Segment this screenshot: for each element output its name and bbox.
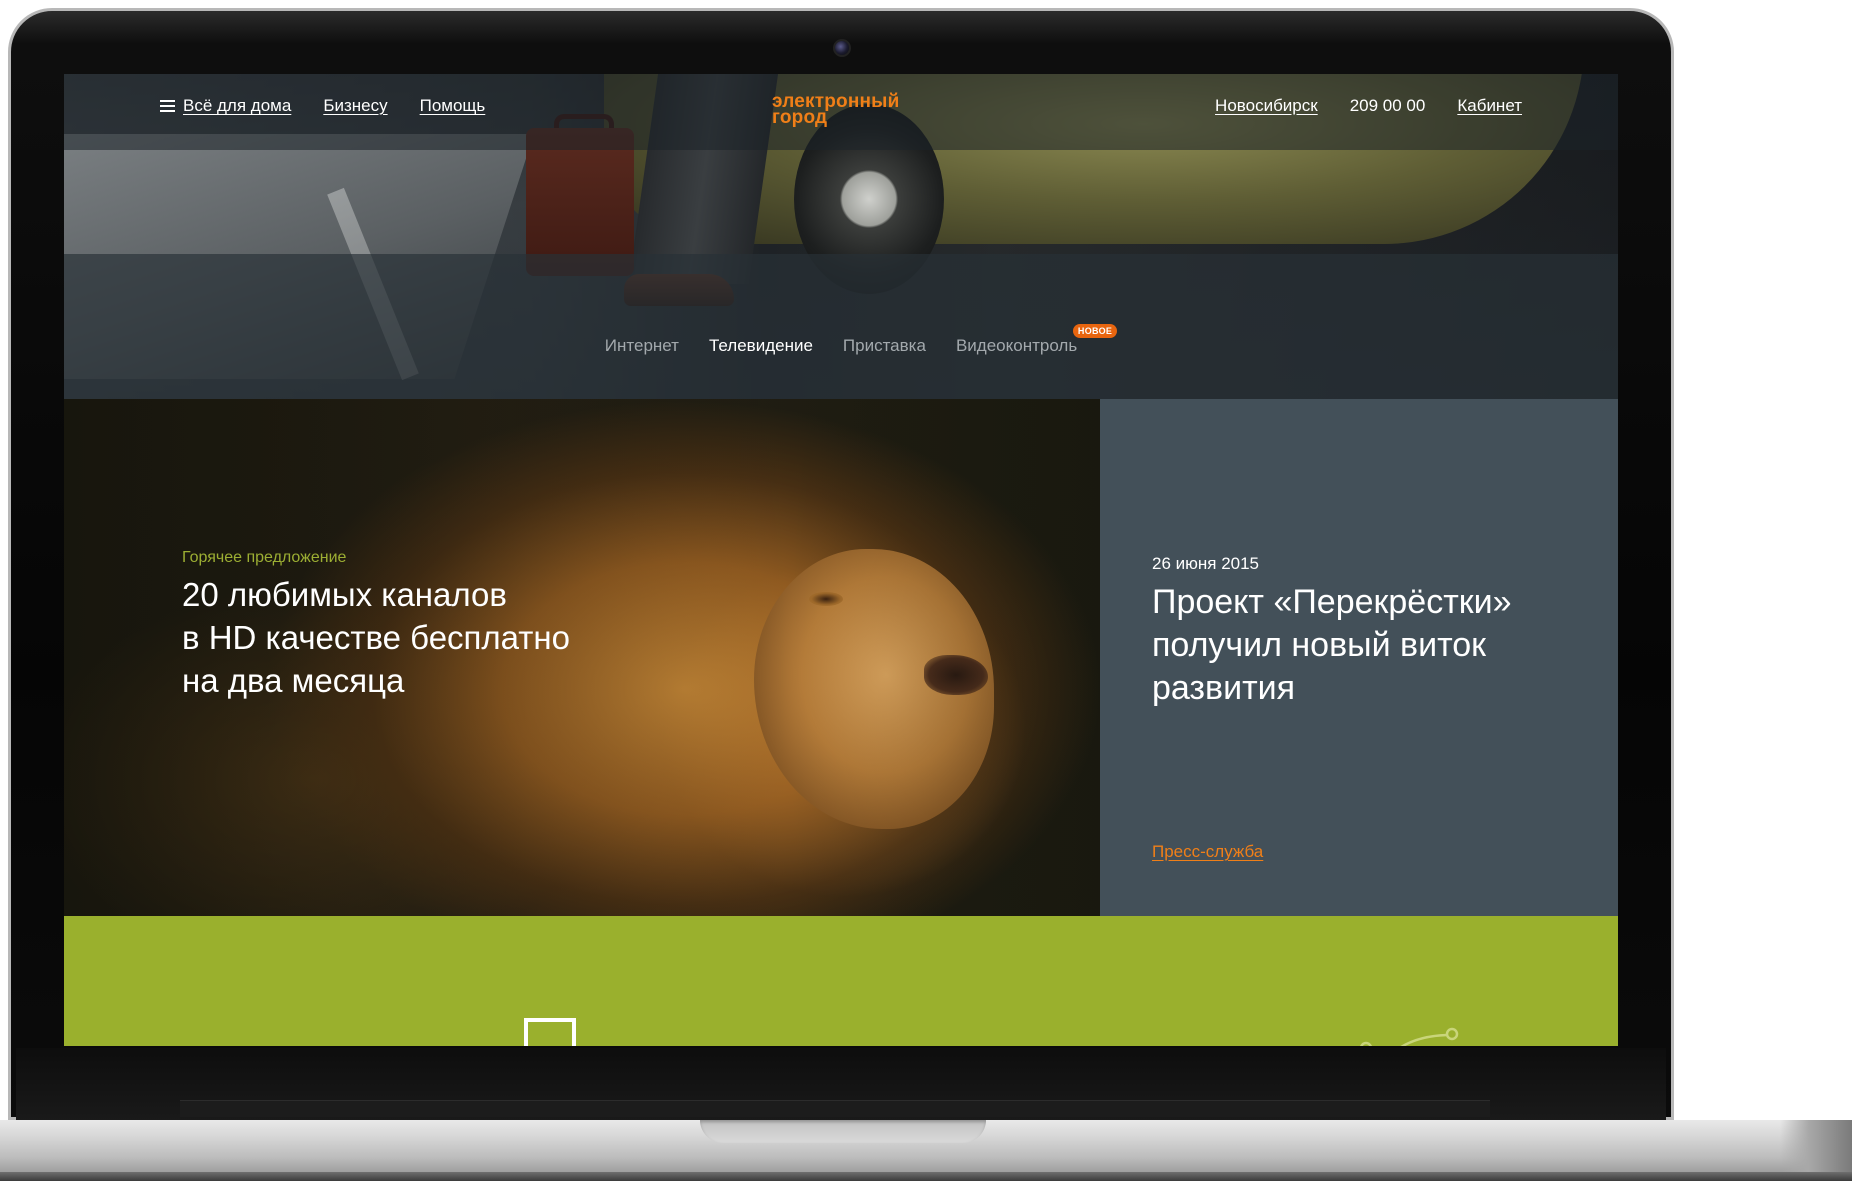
hamburger-icon[interactable] (160, 99, 175, 113)
camera-icon (833, 39, 851, 57)
news-title-line-3: развития (1152, 669, 1296, 707)
promo-title-line-2: в HD качестве бесплатно (182, 619, 570, 656)
website-screen: Всё для дома Бизнесу Помощь электронный … (64, 74, 1618, 1046)
news-title-line-2: получил новый виток (1152, 626, 1487, 664)
tab-internet[interactable]: Интернет (605, 336, 679, 366)
promo-text: Горячее предложение 20 любимых каналов в… (182, 549, 570, 702)
news-panel: 26 июня 2015 Проект «Перекрёстки» получи… (1100, 399, 1618, 916)
nav-link-business[interactable]: Бизнесу (323, 96, 387, 116)
menu-home-group[interactable]: Всё для дома (160, 96, 291, 116)
promo-title-line-1: 20 любимых каналов (182, 576, 507, 613)
promo-banner[interactable]: Горячее предложение 20 любимых каналов в… (64, 399, 1100, 916)
hero-overlay (64, 254, 1618, 399)
logo-line-2: город (772, 107, 828, 128)
phone-number: 209 00 00 (1349, 96, 1426, 115)
city-selector[interactable]: Новосибирск (1215, 96, 1318, 116)
nav-link-help[interactable]: Помощь (420, 96, 486, 116)
laptop-mockup: Всё для дома Бизнесу Помощь электронный … (0, 0, 1852, 1181)
main-menu: Всё для дома Бизнесу Помощь (160, 96, 485, 116)
top-navigation: Всё для дома Бизнесу Помощь электронный … (64, 74, 1618, 150)
laptop-lid-notch (700, 1120, 986, 1143)
tv-icon (524, 1018, 576, 1046)
tab-video-surveillance[interactable]: Видеоконтроль НОВОЕ (955, 324, 1118, 366)
header-utilities: Новосибирск 209 00 00 Кабинет (1215, 96, 1522, 116)
news-title[interactable]: Проект «Перекрёстки» получил новый виток… (1152, 581, 1512, 710)
press-service-link[interactable]: Пресс-служба (1152, 842, 1263, 862)
promo-title-line-3: на два месяца (182, 662, 405, 699)
news-date: 26 июня 2015 (1152, 554, 1260, 573)
tab-set-top-box[interactable]: Приставка (843, 336, 926, 366)
services-tabs: Интернет Телевидение Приставка Видеоконт… (64, 324, 1618, 366)
bezel-hinge (180, 1100, 1490, 1117)
tab-video-surveillance-label: Видеоконтроль (955, 336, 1078, 355)
promo-eyebrow: Горячее предложение (182, 549, 347, 566)
graph-icon (1360, 1027, 1459, 1046)
nav-link-home[interactable]: Всё для дома (183, 96, 291, 116)
tab-television[interactable]: Телевидение (709, 336, 813, 366)
features-band (64, 916, 1618, 1046)
news-title-line-1: Проект «Перекрёстки» (1152, 583, 1512, 621)
new-badge: НОВОЕ (1072, 324, 1118, 338)
site-logo[interactable]: электронный город (772, 92, 900, 128)
laptop-base-shadow (0, 1172, 1852, 1181)
cabinet-link[interactable]: Кабинет (1457, 96, 1522, 116)
promo-title: 20 любимых каналов в HD качестве бесплат… (182, 573, 570, 702)
